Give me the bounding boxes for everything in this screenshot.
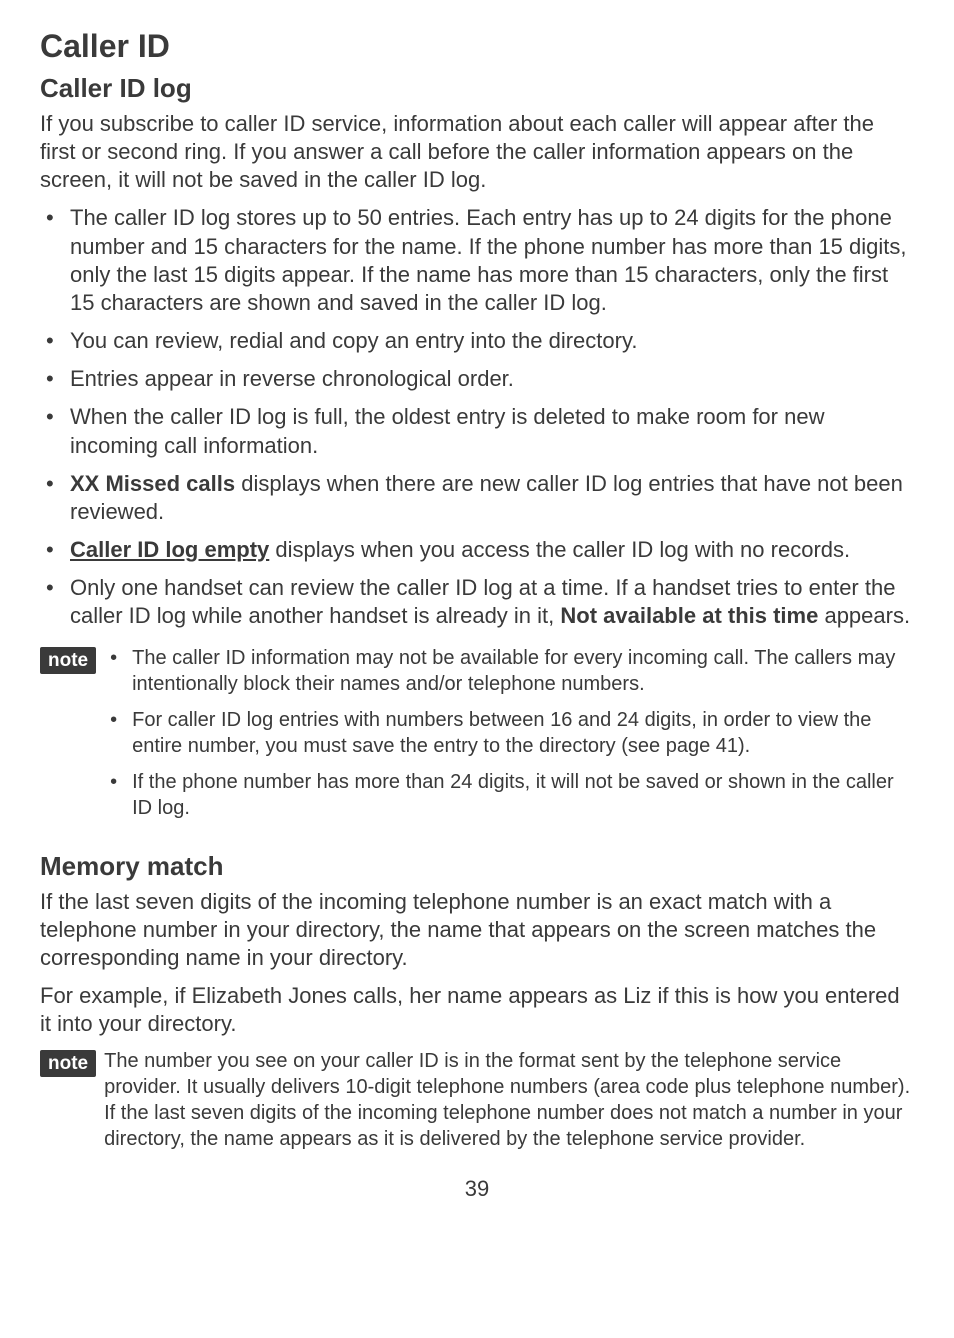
list-item: The caller ID information may not be ava… (104, 645, 914, 697)
note-badge: note (40, 647, 96, 674)
list-item: If the phone number has more than 24 dig… (104, 769, 914, 821)
list-item: XX Missed calls displays when there are … (40, 470, 914, 526)
section-heading-memory-match: Memory match (40, 851, 914, 882)
intro-paragraph: If you subscribe to caller ID service, i… (40, 110, 914, 194)
main-bullet-list: The caller ID log stores up to 50 entrie… (40, 204, 914, 630)
page-title: Caller ID (40, 28, 914, 65)
bold-underline-text: Caller ID log empty (70, 537, 269, 562)
note-block: note The number you see on your caller I… (40, 1048, 914, 1152)
bold-text: Not available at this time (560, 603, 818, 628)
note-bullet-list: The caller ID information may not be ava… (104, 645, 914, 821)
note-content: The number you see on your caller ID is … (104, 1048, 914, 1152)
note-content: The caller ID information may not be ava… (104, 645, 914, 831)
note-paragraph: The number you see on your caller ID is … (104, 1048, 914, 1152)
list-item: Entries appear in reverse chronological … (40, 365, 914, 393)
list-item: The caller ID log stores up to 50 entrie… (40, 204, 914, 317)
document-page: Caller ID Caller ID log If you subscribe… (0, 0, 954, 1242)
list-item: When the caller ID log is full, the olde… (40, 403, 914, 459)
list-item: Caller ID log empty displays when you ac… (40, 536, 914, 564)
section-heading-caller-id-log: Caller ID log (40, 73, 914, 104)
list-item: For caller ID log entries with numbers b… (104, 707, 914, 759)
note-badge: note (40, 1050, 96, 1077)
body-paragraph: For example, if Elizabeth Jones calls, h… (40, 982, 914, 1038)
body-paragraph: If the last seven digits of the incoming… (40, 888, 914, 972)
list-item-text: appears. (818, 603, 910, 628)
bold-text: XX Missed calls (70, 471, 235, 496)
list-item: Only one handset can review the caller I… (40, 574, 914, 630)
list-item-text: displays when you access the caller ID l… (269, 537, 850, 562)
list-item: You can review, redial and copy an entry… (40, 327, 914, 355)
page-number: 39 (40, 1176, 914, 1202)
note-block: note The caller ID information may not b… (40, 645, 914, 831)
